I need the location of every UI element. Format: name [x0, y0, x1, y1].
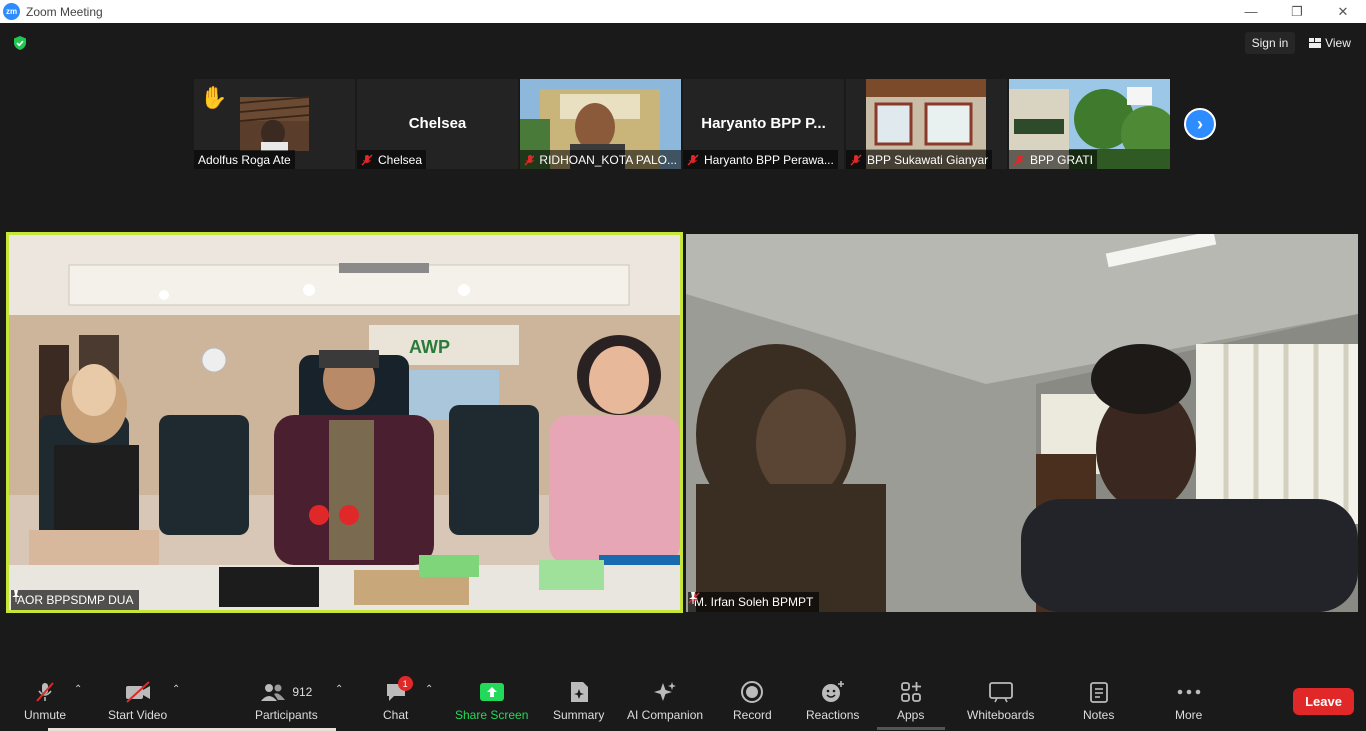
- participants-icon: [261, 684, 286, 701]
- more-button[interactable]: More: [1175, 678, 1202, 722]
- reactions-button[interactable]: Reactions: [806, 678, 859, 722]
- leave-button[interactable]: Leave: [1293, 688, 1354, 715]
- thumbnail-participant[interactable]: ✋ Adolfus Roga Ate: [194, 79, 355, 169]
- chevron-right-icon: ›: [1197, 113, 1203, 134]
- summary-document-icon: [570, 682, 588, 702]
- zoom-logo-icon: zm: [3, 3, 20, 20]
- restore-button[interactable]: ❐: [1274, 0, 1320, 23]
- svg-text:AWP: AWP: [409, 337, 450, 357]
- notes-icon: [1089, 682, 1108, 703]
- participant-center-name: Chelsea: [408, 115, 467, 132]
- chat-button[interactable]: 1 Chat: [383, 676, 413, 722]
- participant-name-label: BPP Sukawati Gianyar: [846, 150, 993, 169]
- grid-view-icon: [1309, 38, 1322, 48]
- apps-button[interactable]: Apps: [897, 678, 924, 722]
- mic-muted-icon: [687, 153, 699, 166]
- next-page-button[interactable]: ›: [1184, 108, 1216, 140]
- thumbnail-participant[interactable]: BPP GRATI: [1009, 79, 1170, 169]
- whiteboard-icon: [988, 682, 1013, 703]
- microphone-muted-icon: [36, 682, 54, 702]
- smiley-reaction-icon: [821, 681, 844, 702]
- unmute-button[interactable]: Unmute: [24, 678, 66, 722]
- participant-name-label: Chelsea: [357, 150, 427, 169]
- raised-hand-icon: ✋: [200, 85, 228, 110]
- participant-thumbnail-strip: ✋ Adolfus Roga Ate Chelsea Chelsea RIDHO: [194, 79, 1170, 169]
- share-screen-button[interactable]: Share Screen: [455, 678, 528, 722]
- pin-icon: [689, 592, 697, 604]
- apps-active-indicator: [877, 727, 945, 730]
- active-speaker-video[interactable]: AWP AOR BPPSDMP DUA: [6, 232, 683, 613]
- minimize-button[interactable]: —: [1228, 0, 1274, 23]
- video-frame-office: [686, 234, 1358, 612]
- participant-name-label: RIDHOAN_KOTA PALO...: [520, 150, 681, 169]
- whiteboards-button[interactable]: Whiteboards: [967, 678, 1034, 722]
- view-button[interactable]: View: [1302, 32, 1358, 54]
- window-title: Zoom Meeting: [26, 4, 103, 19]
- apps-icon: [900, 682, 921, 702]
- mic-muted-icon: [1013, 153, 1025, 166]
- participants-options-caret[interactable]: ⌃: [335, 684, 343, 695]
- mic-muted-icon: [524, 154, 535, 166]
- security-shield-icon[interactable]: [12, 35, 28, 51]
- notes-button[interactable]: Notes: [1083, 678, 1114, 722]
- summary-button[interactable]: Summary: [553, 678, 604, 722]
- video-camera-off-icon: [125, 681, 150, 703]
- audio-options-caret[interactable]: ⌃: [74, 684, 82, 695]
- thumbnail-participant[interactable]: BPP Sukawati Gianyar: [846, 79, 1007, 169]
- participant-center-name: Haryanto BPP P...: [701, 115, 826, 132]
- thumbnail-participant[interactable]: Chelsea Chelsea: [357, 79, 518, 169]
- video-options-caret[interactable]: ⌃: [172, 684, 180, 695]
- speaker-name-label: AOR BPPSDMP DUA: [11, 590, 140, 610]
- video-frame-conference-room: AWP: [9, 235, 680, 610]
- thumbnail-participant[interactable]: Haryanto BPP P... Haryanto BPP Perawa...: [683, 79, 844, 169]
- meeting-toolbar: Unmute ⌃ Start Video ⌃ 912 Participants …: [0, 672, 1366, 731]
- title-bar: zm Zoom Meeting — ❐ ✕: [0, 0, 1366, 23]
- start-video-button[interactable]: Start Video: [108, 678, 167, 722]
- ai-sparkle-icon: [654, 682, 677, 701]
- view-label: View: [1325, 36, 1351, 50]
- participant-name-label: M. Irfan Soleh BPMPT: [688, 592, 820, 612]
- participant-name-label: Haryanto BPP Perawa...: [683, 150, 838, 169]
- chat-options-caret[interactable]: ⌃: [425, 684, 433, 695]
- record-icon: [741, 681, 764, 703]
- thumbnail-participant[interactable]: RIDHOAN_KOTA PALO...: [520, 79, 681, 169]
- pin-icon: [12, 590, 20, 602]
- more-dots-icon: [1177, 689, 1200, 695]
- ai-companion-button[interactable]: AI Companion: [627, 678, 703, 722]
- record-button[interactable]: Record: [733, 678, 772, 722]
- close-button[interactable]: ✕: [1320, 0, 1366, 23]
- share-screen-icon: [479, 683, 504, 701]
- participant-video-main[interactable]: M. Irfan Soleh BPMPT: [686, 234, 1358, 612]
- participants-count: 912: [292, 685, 313, 699]
- mic-muted-icon: [850, 153, 862, 166]
- participants-button[interactable]: 912 Participants: [255, 678, 318, 722]
- sign-in-button[interactable]: Sign in: [1245, 32, 1295, 54]
- participant-name-label: Adolfus Roga Ate: [194, 150, 295, 169]
- chat-unread-badge: 1: [397, 676, 413, 691]
- mic-muted-icon: [361, 153, 373, 166]
- participant-name-label: BPP GRATI: [1009, 150, 1097, 169]
